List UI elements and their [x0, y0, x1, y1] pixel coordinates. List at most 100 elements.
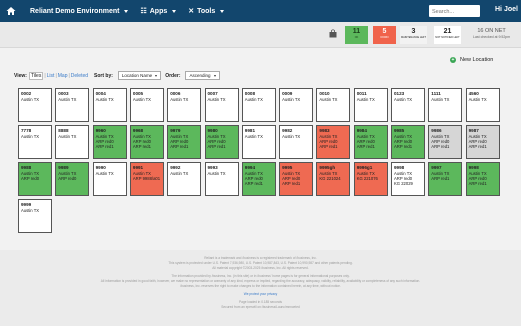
location-tile[interactable]: 8888 Austin TX — [55, 125, 90, 159]
location-tile[interactable]: 7778 Austin TX — [18, 125, 52, 159]
location-tile[interactable]: 0003 Austin TX — [55, 88, 90, 122]
location-tile-detail: Austin TX — [207, 170, 226, 176]
separator: | — [44, 72, 46, 79]
apps-menu[interactable]: ☷ Apps — [140, 7, 177, 15]
location-tile-detail: Austin TX — [58, 133, 77, 139]
location-tile[interactable]: 9994 Austin TX ARP red0 ARP red1 — [241, 162, 276, 196]
location-tile[interactable]: 9983 Austin TX ARP red0 ARP red1 — [316, 125, 351, 159]
location-tile-detail: ARP red1 — [468, 180, 487, 186]
location-tile[interactable]: 0008 Austin TX — [241, 88, 276, 122]
location-tile-detail: ARP red1 — [95, 143, 114, 149]
location-tile[interactable]: 9991 Austin TX ARP 9988/a01 — [129, 162, 164, 196]
location-tile[interactable]: 0010 Austin TX — [316, 88, 351, 122]
apps-label: Apps — [149, 7, 168, 15]
location-tile[interactable]: 9988 Austin TX ARP red0 — [18, 162, 52, 196]
location-tile-detail: KG 22029 — [394, 180, 413, 186]
location-tile[interactable]: 9997 Austin TX ARP red1 — [428, 162, 463, 196]
search-input[interactable] — [429, 5, 480, 17]
location-tile-detail: ARP red1 — [207, 143, 226, 149]
footer-disclaimer-2: All information is provided in good fait… — [100, 279, 421, 283]
user-menu[interactable]: Hi Joel — [495, 6, 518, 13]
not-notified-label: Not Notified Left — [435, 36, 460, 39]
location-tile-detail: ARP 9988/a01 — [132, 175, 161, 181]
location-tile-detail: Austin TX — [170, 170, 189, 176]
location-tile[interactable]: 0005 Austin TX — [129, 88, 164, 122]
down-count-badge[interactable]: 5 Down — [373, 26, 396, 44]
location-tile-detail: Austin TX — [431, 96, 450, 102]
location-tile-detail: Austin TX — [394, 96, 413, 102]
footer-disclaimer-3: /business, Inc. reserves the right to ma… — [180, 284, 341, 288]
footer-copyright: All material copyright ©2003-2025 /busin… — [212, 266, 309, 270]
location-tile[interactable]: 0006 Austin TX — [167, 88, 202, 122]
location-tile[interactable]: 9995gh Austin TX KG 221024 — [316, 162, 351, 196]
not-notified-count: 21 — [443, 28, 452, 35]
not-notified-count-badge[interactable]: 21 Not Notified Left — [434, 26, 461, 44]
home-icon[interactable] — [0, 0, 22, 22]
view-deleted-link[interactable]: Deleted — [71, 73, 88, 79]
order-value: Ascending — [189, 73, 211, 78]
location-tile[interactable]: 9960 Austin TX ARP red0 ARP red1 — [92, 125, 127, 159]
view-controls: View: Tiles | List | Map | Deleted Sort … — [14, 71, 220, 80]
location-tile[interactable]: 0002 Austin TX — [18, 88, 52, 122]
location-tile[interactable]: 9998 Austin TX ARP red0 KG 22029 — [391, 162, 425, 196]
location-tile-detail: Austin TX — [244, 96, 263, 102]
view-map-link[interactable]: Map — [58, 73, 68, 79]
location-tile[interactable]: 9980 Austin TX ARP red0 ARP red1 — [204, 125, 239, 159]
location-tile-detail: Austin TX — [319, 96, 338, 102]
location-tile[interactable]: 9986 Austin TX ARP red0 ARP red1 — [428, 125, 463, 159]
ok-count-badge[interactable]: 11 OK — [345, 26, 368, 44]
bag-icon[interactable] — [329, 29, 337, 38]
location-tile[interactable]: 9998 Austin TX ARP red0 ARP red1 — [465, 162, 500, 196]
location-tile[interactable]: 4560 Austin TX — [465, 88, 500, 122]
location-tile[interactable]: 9985 Austin TX ARP red0 ARP red1 — [391, 125, 425, 159]
view-tiles-link[interactable]: Tiles — [28, 71, 44, 80]
location-tile-detail: Austin TX — [95, 96, 114, 102]
order-select[interactable]: Ascending — [185, 71, 220, 80]
tools-menu[interactable]: ✕ Tools — [188, 7, 225, 15]
location-tile-detail: ARP red1 — [431, 143, 450, 149]
location-tile[interactable]: 9981 Austin TX — [241, 125, 276, 159]
location-tile[interactable]: 9992 Austin TX — [167, 162, 202, 196]
environment-menu[interactable]: Reliant Demo Environment — [30, 8, 129, 15]
location-tile[interactable]: 1111 Austin TX — [428, 88, 463, 122]
location-tile-detail: Austin TX — [356, 96, 375, 102]
location-tile[interactable]: 9990 Austin TX — [92, 162, 127, 196]
footer-patent: This system is protected under U.S. Pate… — [168, 261, 353, 265]
tools-label: Tools — [197, 7, 216, 15]
location-tile-detail: Austin TX — [132, 96, 151, 102]
location-tile[interactable]: 9999 Austin TX — [18, 199, 52, 233]
location-tile-detail: ARP red1 — [244, 180, 263, 186]
privacy-link[interactable]: We protect your privacy — [0, 292, 521, 296]
location-tile[interactable]: 9989 Austin TX ARP red0 — [55, 162, 90, 196]
location-tile[interactable]: 9968 Austin TX ARP red0 ARP red1 — [129, 125, 164, 159]
status-bar: 11 OK 5 Down 3 Maintenance Left 21 Not N… — [0, 22, 521, 48]
location-tile-detail: ARP red1 — [356, 143, 375, 149]
location-tile[interactable]: 0123 Austin TX — [391, 88, 425, 122]
view-list-link[interactable]: List — [47, 73, 55, 79]
location-tile[interactable]: 0007 Austin TX — [204, 88, 239, 122]
location-tile[interactable]: 9996g1 Austin TX KG 221076 — [353, 162, 388, 196]
location-tile[interactable]: 0011 Austin TX — [353, 88, 388, 122]
location-tile[interactable]: 9987 Austin TX ARP red0 ARP red1 — [465, 125, 500, 159]
location-tile[interactable]: 0009 Austin TX — [279, 88, 314, 122]
location-tile[interactable]: 0004 Austin TX — [92, 88, 127, 122]
net-title: 16 ON NET — [477, 28, 506, 34]
location-tile[interactable]: 9982 Austin TX — [279, 125, 314, 159]
location-tile[interactable]: 9993 Austin TX — [204, 162, 239, 196]
location-tile[interactable]: 9979 Austin TX ARP red0 ARP red1 — [167, 125, 202, 159]
location-tile[interactable]: 9995 Austin TX ARP red0 ARP red1 — [279, 162, 314, 196]
location-tile-detail: Austin TX — [170, 96, 189, 102]
down-label: Down — [380, 36, 389, 39]
location-tile-detail: Austin TX — [21, 207, 40, 213]
location-tile-detail: Austin TX — [58, 96, 77, 102]
maintenance-count-badge[interactable]: 3 Maintenance Left — [400, 26, 427, 44]
net-status: 16 ON NET Last checked at 9:52pm — [473, 28, 510, 39]
location-tile-detail: Austin TX — [21, 133, 40, 139]
location-tile-detail: ARP red1 — [394, 143, 413, 149]
location-tile-detail: KG 221024 — [319, 175, 341, 181]
location-tile-detail: Austin TX — [468, 96, 487, 102]
wrench-icon: ✕ — [188, 8, 195, 15]
sort-select[interactable]: Location Name — [117, 71, 162, 80]
location-tile[interactable]: 9984 Austin TX ARP red0 ARP red1 — [353, 125, 388, 159]
new-location-button[interactable]: + New Location — [450, 57, 493, 63]
